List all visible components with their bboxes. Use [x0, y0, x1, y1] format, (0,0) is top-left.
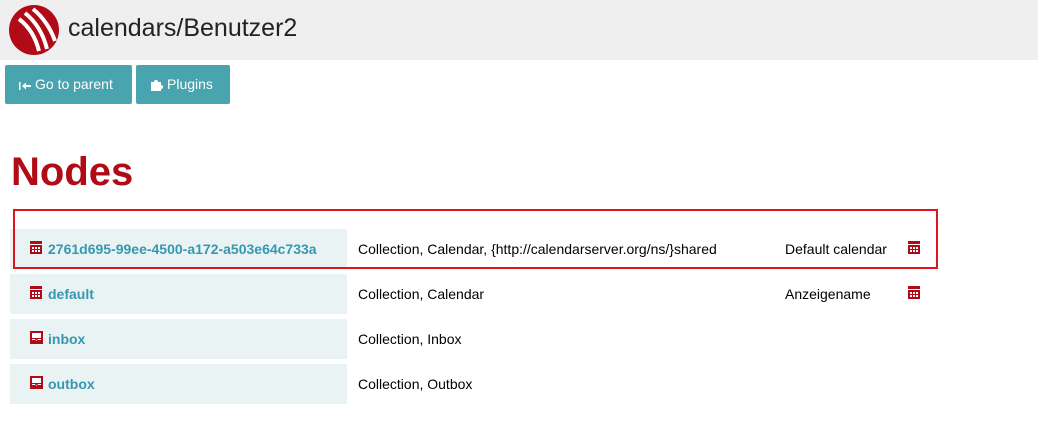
plugins-label: Plugins	[167, 76, 213, 92]
calendar-icon[interactable]	[908, 286, 920, 299]
table-row: outbox Collection, Outbox	[10, 364, 940, 404]
page-title: calendars/Benutzer2	[68, 14, 298, 42]
plugins-button[interactable]: Plugins	[136, 65, 230, 104]
node-name-cell: default	[10, 274, 347, 314]
table-row: inbox Collection, Inbox	[10, 319, 940, 359]
node-types: Collection, Outbox	[358, 376, 473, 392]
inbox-icon	[30, 331, 43, 344]
sabre-logo-icon	[9, 5, 59, 55]
table-row: default Collection, Calendar Anzeigename	[10, 274, 940, 314]
calendar-icon	[30, 286, 42, 299]
node-types: Collection, Inbox	[358, 331, 462, 347]
node-types: Collection, Calendar	[358, 286, 485, 302]
go-to-parent-button[interactable]: Go to parent	[5, 65, 132, 104]
node-display-name: Anzeigename	[785, 286, 871, 302]
node-link[interactable]: default	[48, 274, 94, 314]
arrow-left-icon	[19, 82, 31, 90]
puzzle-icon	[151, 80, 163, 91]
inbox-icon	[30, 376, 43, 389]
nodes-heading: Nodes	[11, 150, 134, 194]
node-link[interactable]: inbox	[48, 319, 85, 359]
go-to-parent-label: Go to parent	[35, 76, 113, 92]
node-name-cell: outbox	[10, 364, 347, 404]
highlight-box	[13, 209, 938, 269]
node-name-cell: inbox	[10, 319, 347, 359]
node-link[interactable]: outbox	[48, 364, 95, 404]
header-bar: calendars/Benutzer2	[0, 0, 1038, 60]
